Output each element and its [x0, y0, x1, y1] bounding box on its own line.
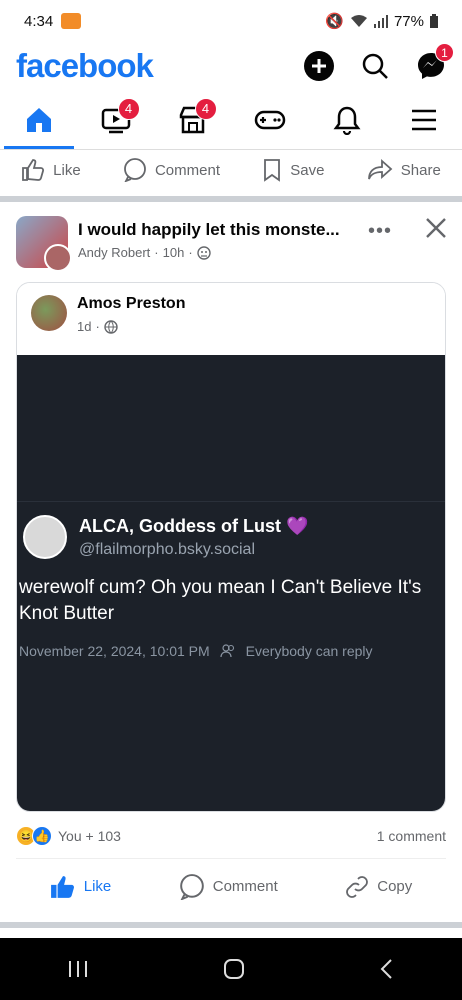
post-like-button[interactable]: Like [50, 874, 112, 900]
post-author[interactable]: Andy Robert [78, 245, 150, 260]
shared-time: 1d [77, 319, 92, 334]
post-header: I would happily let this monste... Andy … [0, 202, 462, 276]
reaction-count: You + 103 [58, 828, 121, 844]
battery-icon [430, 14, 438, 28]
thumbs-up-icon [22, 159, 45, 181]
close-icon [426, 218, 446, 238]
share-button[interactable]: Share [367, 159, 441, 181]
tab-video[interactable]: 4 [96, 97, 140, 140]
image-divider [17, 501, 445, 502]
tab-notifications[interactable] [327, 100, 367, 140]
gamepad-icon [254, 110, 285, 129]
link-icon [346, 875, 369, 898]
save-label: Save [290, 161, 325, 179]
group-privacy-icon [196, 245, 211, 260]
battery-level: 77% [393, 12, 424, 30]
post-comment-button[interactable]: Comment [179, 873, 278, 900]
prev-post-actions: Like Comment Save Share [0, 150, 462, 190]
bsky-date: November 22, 2024, 10:01 PM [19, 643, 210, 659]
reaction-summary: 😆 👍 You + 103 1 comment [0, 814, 462, 858]
shared-post[interactable]: Amos Preston 1d · ALCA, Goddess of Lust … [16, 282, 446, 812]
like-reaction-icon: 👍 [32, 826, 52, 846]
post-like-label: Like [83, 878, 112, 895]
bsky-avatar [23, 515, 67, 559]
mute-icon: 🔇 [325, 13, 344, 30]
bookmark-icon [264, 159, 281, 182]
marketplace-badge: 4 [194, 97, 217, 120]
comment-icon [179, 873, 204, 900]
post-copy-button[interactable]: Copy [345, 875, 412, 899]
app-header: facebook 1 [0, 42, 462, 90]
tab-home[interactable] [19, 100, 59, 140]
like-button[interactable]: Like [21, 158, 81, 182]
bsky-handle: @flailmorpho.bsky.social [79, 540, 256, 558]
post-actions: Like Comment Copy [16, 858, 446, 914]
android-nav-bar [0, 938, 462, 1000]
shared-author-name[interactable]: Amos Preston [77, 295, 185, 313]
active-tab-indicator [4, 146, 74, 149]
share-icon [367, 159, 393, 180]
feed-separator [0, 922, 462, 928]
plus-icon [304, 51, 334, 81]
author-avatar[interactable] [44, 244, 72, 272]
comment-button[interactable]: Comment [123, 158, 220, 182]
comment-count[interactable]: 1 comment [377, 828, 446, 844]
bell-icon [333, 106, 360, 135]
home-nav-icon[interactable] [223, 958, 245, 980]
shared-author-avatar[interactable] [31, 295, 67, 331]
bsky-post-text: werewolf cum? Oh you mean I Can't Believ… [19, 577, 422, 624]
status-time: 4:34 [24, 12, 54, 30]
signal-icon [373, 15, 388, 28]
more-options-button[interactable]: ••• [368, 220, 392, 243]
home-icon [26, 107, 51, 132]
share-label: Share [400, 161, 441, 179]
post-time: 10h [162, 245, 185, 260]
post-comment-label: Comment [212, 878, 278, 895]
hide-post-button[interactable] [424, 216, 448, 245]
people-icon [220, 644, 234, 658]
nav-tabs: 4 4 [0, 90, 462, 150]
messenger-badge: 1 [435, 43, 454, 62]
back-icon[interactable] [379, 958, 395, 980]
recents-icon[interactable] [67, 959, 89, 979]
comment-icon [124, 158, 146, 182]
group-avatar[interactable] [16, 216, 72, 272]
video-badge: 4 [117, 97, 140, 120]
like-label: Like [53, 161, 81, 179]
save-button[interactable]: Save [262, 158, 325, 182]
wifi-icon [350, 15, 367, 27]
status-bar: 4:34 🔇 77% [0, 0, 462, 42]
tab-marketplace[interactable]: 4 [173, 97, 217, 140]
hamburger-icon [411, 109, 436, 130]
create-button[interactable] [302, 49, 336, 83]
bsky-display-name: ALCA, Goddess of Lust 💜 [79, 515, 309, 536]
tab-menu[interactable] [404, 100, 444, 140]
messenger-button[interactable]: 1 [414, 43, 454, 83]
tab-gaming[interactable] [250, 100, 290, 140]
post-title[interactable]: I would happily let this monste... [78, 220, 340, 240]
facebook-logo[interactable]: facebook [16, 47, 154, 85]
post-image[interactable]: ALCA, Goddess of Lust 💜 @flailmorpho.bsk… [17, 355, 445, 811]
reactions-button[interactable]: 😆 👍 You + 103 [16, 826, 121, 846]
post-copy-label: Copy [377, 878, 413, 895]
search-button[interactable] [358, 49, 392, 83]
thumbs-up-filled-icon [50, 875, 74, 898]
search-icon [362, 53, 388, 79]
bsky-reply-setting: Everybody can reply [245, 643, 373, 659]
notification-icon [61, 13, 82, 29]
globe-icon [104, 319, 118, 334]
comment-label: Comment [154, 161, 220, 179]
